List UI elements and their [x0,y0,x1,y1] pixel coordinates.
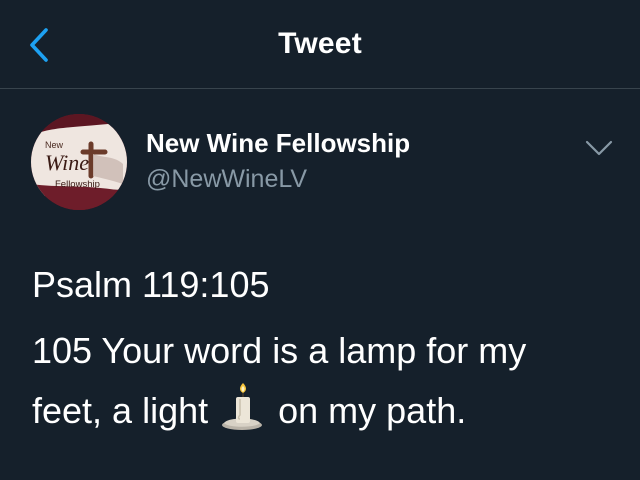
tweet-text-after-emoji: on my path. [278,390,467,431]
chevron-down-icon [585,140,613,156]
avatar-text-bottom: Fellowship [55,179,100,190]
avatar-text-main: Wine [45,150,89,175]
author-display-name[interactable]: New Wine Fellowship [146,128,410,159]
avatar[interactable]: New Wine Fellowship [31,114,127,210]
new-wine-logo: New Wine Fellowship [31,114,127,210]
tweet-text: Psalm 119:105 105 Your word is a lamp fo… [32,255,622,441]
top-navigation-bar: Tweet [0,0,640,89]
tweet-detail-screen: Tweet New Wine Fellowship New Wine Fello… [0,0,640,480]
avatar-text-top: New [45,140,64,150]
tweet-line-verse: 105 Your word is a lamp for my [32,330,527,371]
tweet-options-button[interactable] [583,132,615,164]
tweet-text-before-emoji: feet, a light [32,390,209,431]
tweet-line-reference: Psalm 119:105 [32,264,270,305]
candle-icon [216,383,268,431]
page-title: Tweet [278,27,362,60]
tweet-line-verse-end: feet, a light on my path. [32,381,622,441]
author-handle[interactable]: @NewWineLV [146,165,307,194]
